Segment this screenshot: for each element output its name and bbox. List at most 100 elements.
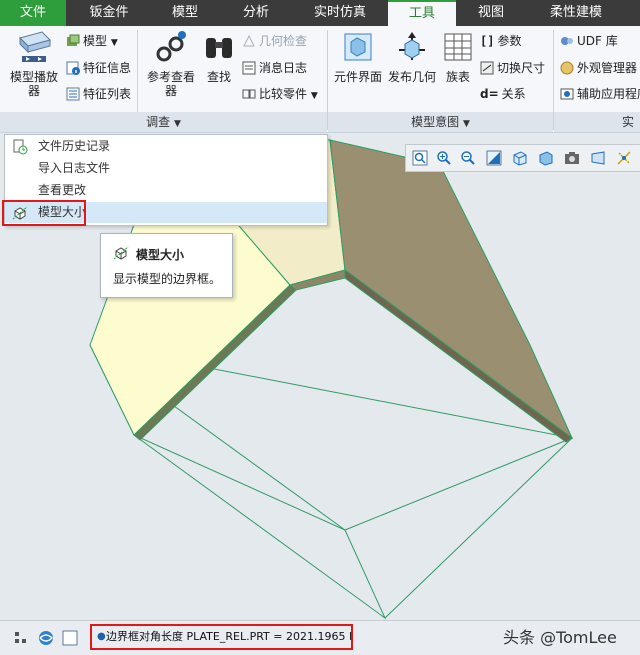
menu-highlight-annotation xyxy=(2,200,86,226)
udf-library-label: UDF 库 xyxy=(577,34,618,48)
group-investigate-label[interactable]: 调查 ▼ xyxy=(0,112,327,132)
switch-dimensions-icon xyxy=(480,61,494,75)
reference-viewer-label: 参考查看器 xyxy=(146,70,195,98)
saved-orientations-icon[interactable] xyxy=(512,150,528,166)
feature-list-label: 特征列表 xyxy=(83,87,132,101)
ribbon-panel: 模型播放器 模型 ▼ 特征信息 特征列表 参考查看器 查找 几何检查 消息日志 xyxy=(0,26,640,133)
feature-info-button[interactable]: 特征信息 xyxy=(66,59,131,76)
find-label: 查找 xyxy=(206,70,231,84)
watermark: 头条 @TomLee xyxy=(503,628,617,647)
auxiliary-app-button[interactable]: 辅助应用程序 xyxy=(560,85,640,102)
message-log-label: 消息日志 xyxy=(259,61,308,75)
fullscreen-icon[interactable] xyxy=(62,630,78,646)
switch-dimensions-label: 切换尺寸 xyxy=(497,61,546,75)
chevron-down-icon: ▼ xyxy=(310,91,318,101)
relations-icon: d= xyxy=(480,87,499,101)
tooltip-title: 模型大小 xyxy=(136,248,185,262)
binoculars-icon xyxy=(206,38,232,58)
menu-item-label: 查看更改 xyxy=(38,183,87,197)
auxiliary-app-label: 辅助应用程序 xyxy=(577,87,640,101)
feature-list-button[interactable]: 特征列表 xyxy=(66,85,131,102)
tab-flexible-modeling[interactable]: 柔性建模 xyxy=(536,0,616,26)
tab-realtime-simulation[interactable]: 实时仿真 xyxy=(300,0,380,26)
publish-geometry-icon xyxy=(399,32,425,60)
navigator-toggle-icon[interactable] xyxy=(14,631,28,645)
family-table-icon xyxy=(444,33,472,61)
feature-info-icon xyxy=(66,61,80,75)
udf-library-button[interactable]: UDF 库 xyxy=(560,32,618,49)
tab-sheetmetal[interactable]: 钣金件 xyxy=(74,0,144,26)
group-utilities-label[interactable]: 实 xyxy=(554,112,640,132)
display-style-icon[interactable] xyxy=(538,150,554,166)
component-interface-button[interactable]: 元件界面 xyxy=(332,30,384,84)
feature-list-icon xyxy=(66,87,80,101)
appearance-manager-label: 外观管理器 xyxy=(577,61,638,75)
ribbon-tab-bar: 文件 钣金件 模型 分析 实时仿真 工具 视图 柔性建模 xyxy=(0,0,640,26)
chevron-down-icon: ▼ xyxy=(110,38,118,48)
geometry-check-label: 几何检查 xyxy=(259,34,308,48)
browser-icon[interactable] xyxy=(37,629,55,647)
appearance-manager-icon xyxy=(560,61,574,75)
find-button[interactable]: 查找 xyxy=(202,30,236,84)
component-interface-icon xyxy=(344,33,372,61)
model-menu-button[interactable]: 模型 ▼ xyxy=(66,32,118,49)
switch-dimensions-button[interactable]: 切换尺寸 xyxy=(480,59,545,76)
parameters-button[interactable]: [] 参数 xyxy=(480,32,521,49)
bullet-icon: ● xyxy=(97,631,106,642)
status-message-text: 边界框对角长度 PLATE_REL.PRT = 2021.1965 MM。 xyxy=(106,630,353,643)
model-size-tooltip: 模型大小 显示模型的边界框。 xyxy=(100,233,233,298)
model-icon xyxy=(67,34,80,46)
feature-info-label: 特征信息 xyxy=(83,61,132,75)
appearance-manager-button[interactable]: 外观管理器 xyxy=(560,59,637,76)
geometry-check-button[interactable]: 几何检查 xyxy=(242,32,307,49)
repaint-icon[interactable] xyxy=(486,150,502,166)
menu-item-import-log[interactable]: 导入日志文件 xyxy=(5,158,327,179)
chevron-down-icon: ▼ xyxy=(173,119,181,129)
tab-file[interactable]: 文件 xyxy=(0,0,66,26)
datum-display-icon[interactable] xyxy=(616,150,632,166)
menu-item-view-changes[interactable]: 查看更改 xyxy=(5,180,327,201)
tab-analysis[interactable]: 分析 xyxy=(226,0,286,26)
udf-library-icon xyxy=(561,37,573,45)
publish-geometry-label: 发布几何 xyxy=(387,70,436,84)
compare-part-button[interactable]: 比较零件 ▼ xyxy=(242,85,318,102)
menu-item-label: 文件历史记录 xyxy=(38,139,111,153)
tab-tools[interactable]: 工具 xyxy=(388,0,456,26)
status-message: ● 边界框对角长度 PLATE_REL.PRT = 2021.1965 MM。 xyxy=(90,624,353,650)
model-player-label: 模型播放器 xyxy=(9,70,58,98)
model-player-icon xyxy=(19,31,51,62)
message-log-button[interactable]: 消息日志 xyxy=(242,59,307,76)
reference-viewer-icon xyxy=(156,31,186,62)
geometry-check-icon xyxy=(243,34,255,47)
reference-viewer-button[interactable]: 参考查看器 xyxy=(146,30,196,98)
refit-icon[interactable] xyxy=(412,150,428,166)
message-log-icon xyxy=(242,61,256,75)
tooltip-description: 显示模型的边界框。 xyxy=(113,272,222,286)
zoom-in-icon[interactable] xyxy=(436,150,452,166)
relations-button[interactable]: d= 关系 xyxy=(480,85,526,102)
publish-geometry-button[interactable]: 发布几何 xyxy=(386,30,438,84)
tab-model[interactable]: 模型 xyxy=(155,0,215,26)
menu-item-label: 导入日志文件 xyxy=(38,161,111,175)
tab-view[interactable]: 视图 xyxy=(462,0,520,26)
compare-part-icon xyxy=(242,89,256,99)
family-table-label: 族表 xyxy=(445,70,470,84)
chevron-down-icon: ▼ xyxy=(462,119,470,129)
group-model-intent-label[interactable]: 模型意图 ▼ xyxy=(328,112,553,132)
model-menu-label: 模型 xyxy=(83,34,108,48)
zoom-out-icon[interactable] xyxy=(460,150,476,166)
menu-item-file-history[interactable]: 文件历史记录 xyxy=(5,136,327,157)
view-toolbar xyxy=(405,144,640,172)
compare-part-label: 比较零件 xyxy=(259,87,308,101)
family-table-button[interactable]: 族表 xyxy=(440,30,476,84)
braces-icon: [] xyxy=(480,34,495,48)
model-player-button[interactable]: 模型播放器 xyxy=(6,30,62,98)
model-size-icon xyxy=(113,246,129,260)
auxiliary-app-icon xyxy=(560,88,574,100)
relations-label: 关系 xyxy=(501,87,526,101)
view-manager-icon[interactable] xyxy=(564,150,580,166)
perspective-icon[interactable] xyxy=(590,150,606,166)
parameters-label: 参数 xyxy=(497,34,522,48)
file-history-icon xyxy=(13,139,28,155)
component-interface-label: 元件界面 xyxy=(333,70,382,84)
